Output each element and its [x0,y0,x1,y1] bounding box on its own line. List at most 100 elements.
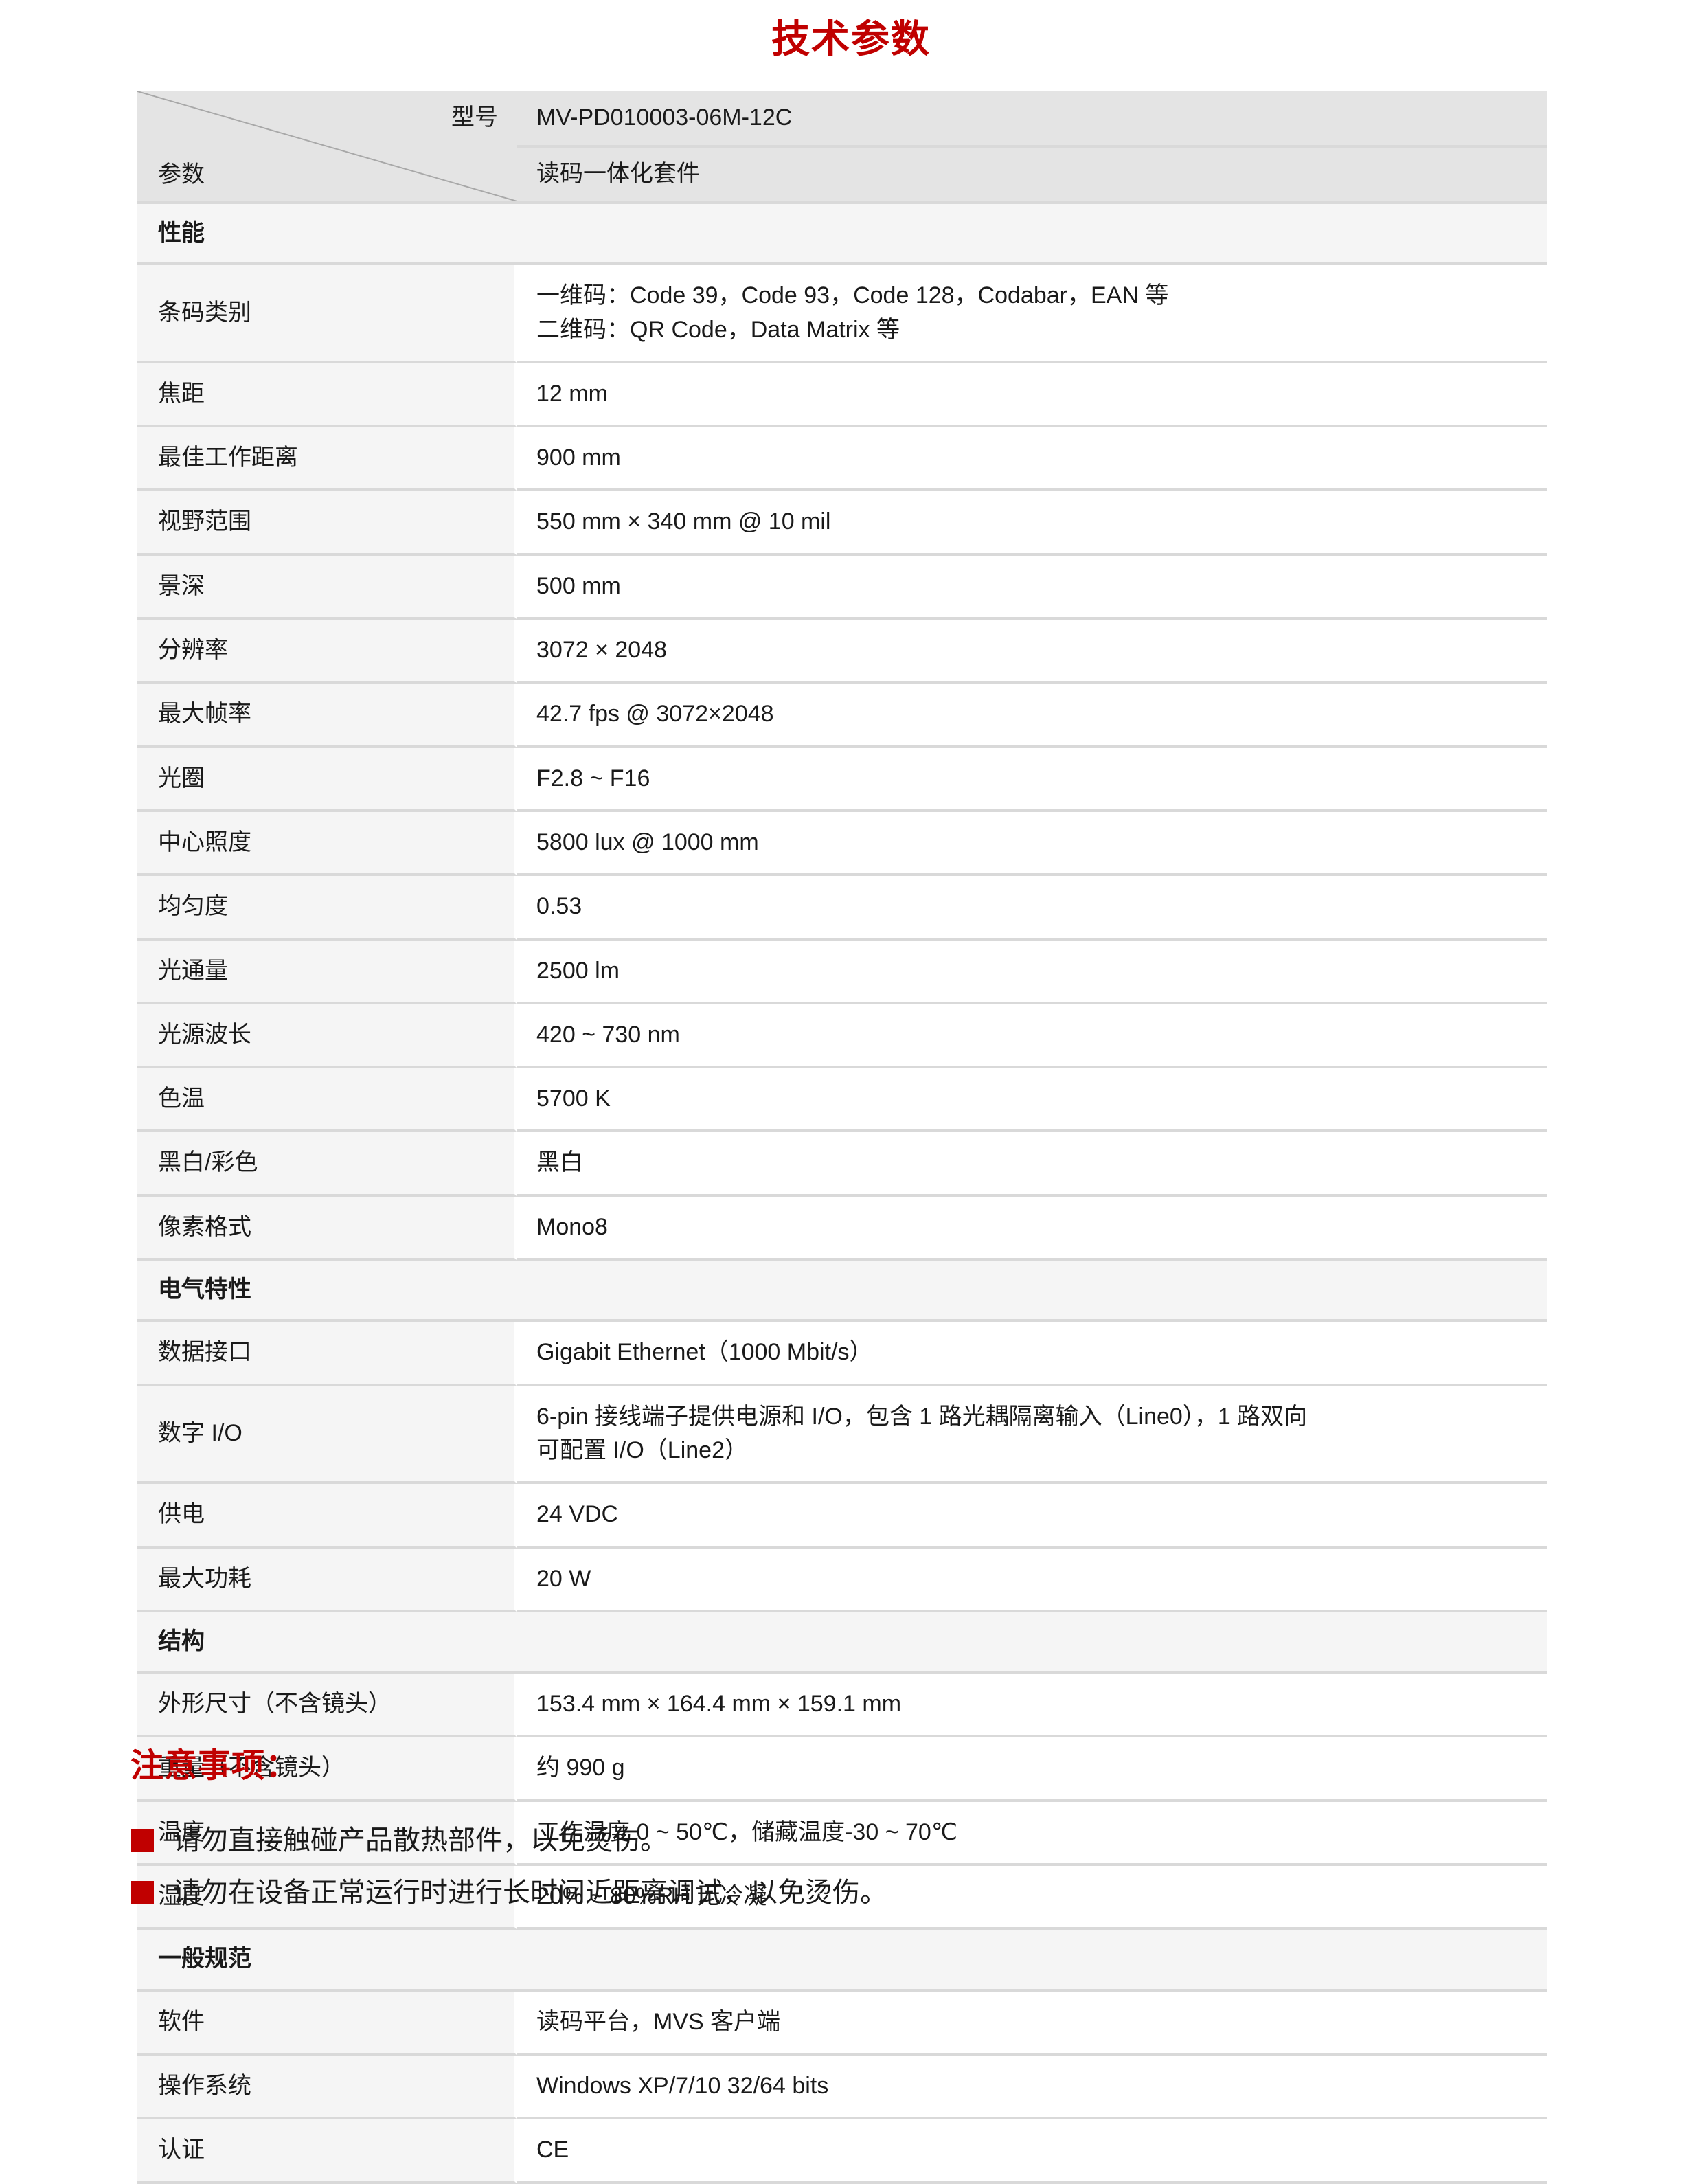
spec-label-cell: 光通量 [137,940,517,1004]
table-row: 均匀度 0.53 [137,876,1547,941]
spec-label-cell: 软件 [137,1991,517,2056]
spec-value-cell: 24 VDC [517,1484,1547,1549]
spec-value-line: Mono8 [536,1213,608,1240]
model-number-value: MV-PD010003-06M-12C [517,91,1547,148]
spec-value-cell: 黑白 [517,1132,1547,1197]
list-item: 请勿直接触碰产品散热部件，以免烫伤。 [131,1822,1573,1859]
spec-value-cell: Windows XP/7/10 32/64 bits [517,2055,1547,2120]
spec-label-cell: 认证 [137,2119,517,2184]
list-item: 请勿在设备正常运行时进行长时间近距离调试，以免烫伤。 [131,1874,1573,1911]
table-row: 分辨率 3072 × 2048 [137,620,1547,684]
corner-label-model: 型号 [451,104,498,131]
spec-value-cell: 12 mm [517,363,1547,428]
section-header-row: 电气特性 [137,1261,1547,1322]
spec-value-line: 0.53 [536,893,582,920]
spec-value-cell: Mono8 [517,1196,1547,1261]
spec-value-line: 5800 lux @ 1000 mm [536,829,759,855]
notes-list: 请勿直接触碰产品散热部件，以免烫伤。请勿在设备正常运行时进行长时间近距离调试，以… [131,1822,1573,1911]
table-row: 外形尺寸（不含镜头） 153.4 mm × 164.4 mm × 159.1 mm [137,1674,1547,1738]
table-row: 数字 I/O 6-pin 接线端子提供电源和 I/O，包含 1 路光耦隔离输入（L… [137,1386,1547,1485]
spec-label-cell: 供电 [137,1484,517,1549]
spec-value-line: 20 W [536,1565,591,1592]
table-row: 操作系统 Windows XP/7/10 32/64 bits [137,2055,1547,2120]
table-row: 色温 5700 K [137,1068,1547,1133]
spec-value-cell: 900 mm [517,427,1547,492]
spec-value-line: 6-pin 接线端子提供电源和 I/O，包含 1 路光耦隔离输入（Line0），… [536,1403,1308,1430]
table-row: 认证 CE [137,2119,1547,2184]
section-header-label: 一般规范 [137,1930,1547,1992]
table-header-row-model: 型号 参数 MV-PD010003-06M-12C [137,91,1547,204]
spec-value-line: 读码平台，MVS 客户端 [536,2008,781,2035]
spec-value-line: 一维码：Code 39，Code 93，Code 128，Codabar，EAN… [536,282,1169,309]
spec-value-cell: 153.4 mm × 164.4 mm × 159.1 mm [517,1674,1547,1738]
spec-value-line: 3072 × 2048 [536,637,668,664]
spec-value-cell: 5800 lux @ 1000 mm [517,811,1547,877]
notes-title: 注意事项： [131,1748,299,1784]
square-bullet-icon [131,1829,154,1852]
spec-label-cell: 最大帧率 [137,684,517,748]
spec-value-line: 900 mm [536,444,621,471]
spec-value-cell: 500 mm [517,555,1547,620]
spec-label-cell: 黑白/彩色 [137,1132,517,1197]
table-row: 中心照度 5800 lux @ 1000 mm [137,811,1547,877]
spec-value-cell: F2.8 ~ F16 [517,747,1547,812]
table-row: 黑白/彩色 黑白 [137,1132,1547,1197]
table-row: 软件 读码平台，MVS 客户端 [137,1991,1547,2056]
spec-value-line: CE [536,2137,569,2163]
spec-label-cell: 光源波长 [137,1004,517,1069]
spec-value-line: 24 VDC [536,1501,619,1528]
table-row: 焦距 12 mm [137,363,1547,428]
spec-value-line: 黑白 [536,1149,583,1176]
table-row: 数据接口 Gigabit Ethernet（1000 Mbit/s） [137,1322,1547,1386]
spec-value-cell: 2500 lm [517,940,1547,1004]
spec-value-cell: 550 mm × 340 mm @ 10 mil [517,491,1547,556]
spec-value-line: Gigabit Ethernet（1000 Mbit/s） [536,1339,873,1366]
spec-value-cell: CE [517,2119,1547,2184]
table-row: 像素格式 Mono8 [137,1196,1547,1261]
spec-value-line: 2500 lm [536,957,620,984]
table-row: 视野范围 550 mm × 340 mm @ 10 mil [137,491,1547,556]
spec-label-cell: 最大功耗 [137,1548,517,1612]
section-header-row: 性能 [137,204,1547,266]
section-header-label: 结构 [137,1612,1547,1674]
spec-value-line: 42.7 fps @ 3072×2048 [536,701,774,728]
spec-value-line: 500 mm [536,572,621,599]
note-text: 请勿在设备正常运行时进行长时间近距离调试，以免烫伤。 [173,1878,887,1908]
spec-value-cell: 20 W [517,1548,1547,1612]
spec-value-line: F2.8 ~ F16 [536,765,650,791]
spec-value-cell: 0.53 [517,876,1547,941]
spec-value-cell: 5700 K [517,1068,1547,1133]
table-row: 最大帧率 42.7 fps @ 3072×2048 [137,684,1547,748]
product-name-value: 读码一体化套件 [517,148,1547,204]
table-row: 景深 500 mm [137,555,1547,620]
spec-label-cell: 光圈 [137,747,517,812]
table-row: 光通量 2500 lm [137,940,1547,1004]
spec-label-cell: 焦距 [137,363,517,428]
spec-value-line: 可配置 I/O（Line2） [536,1437,748,1463]
spec-value-line: 5700 K [536,1085,611,1112]
table-row: 供电 24 VDC [137,1484,1547,1549]
spec-label-cell: 数字 I/O [137,1386,517,1485]
page-title: 技术参数 [771,17,931,60]
table-row: 光圈 F2.8 ~ F16 [137,747,1547,812]
section-header-row: 一般规范 [137,1930,1547,1992]
spec-value-cell: 读码平台，MVS 客户端 [517,1991,1547,2056]
section-header-label: 电气特性 [137,1261,1547,1322]
spec-label-cell: 景深 [137,555,517,620]
spec-sheet-page: 技术参数 型号 参数 MV-PD010003-06M-12C 读码一体化套件 性… [0,0,1702,2184]
spec-value-cell: Gigabit Ethernet（1000 Mbit/s） [517,1322,1547,1386]
spec-value-line: 420 ~ 730 nm [536,1021,680,1048]
table-row: 最佳工作距离 900 mm [137,427,1547,492]
square-bullet-icon [131,1881,154,1904]
spec-label-cell: 外形尺寸（不含镜头） [137,1674,517,1738]
section-header-label: 性能 [137,204,1547,266]
table-row: 光源波长 420 ~ 730 nm [137,1004,1547,1069]
spec-label-cell: 数据接口 [137,1322,517,1386]
spec-value-cell: 3072 × 2048 [517,620,1547,684]
spec-value-line: 二维码：QR Code，Data Matrix 等 [536,316,900,343]
corner-label-parameter: 参数 [158,161,205,188]
spec-label-cell: 操作系统 [137,2055,517,2120]
spec-label-cell: 分辨率 [137,620,517,684]
spec-value-line: 12 mm [536,380,608,407]
table-row: 最大功耗 20 W [137,1548,1547,1612]
